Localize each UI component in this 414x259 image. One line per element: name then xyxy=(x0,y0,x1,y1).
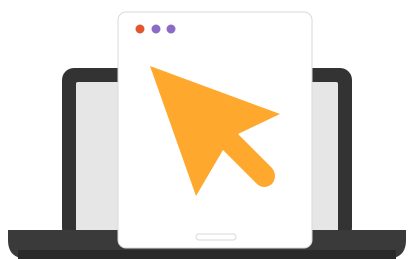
window-dot-maximize-icon xyxy=(166,24,176,34)
laptop-illustration xyxy=(8,11,406,259)
laptop-base-edge xyxy=(18,250,396,259)
window-dot-close-icon xyxy=(135,24,145,34)
window-dot-minimize-icon xyxy=(151,24,161,34)
laptop-trackpad-notch xyxy=(195,233,237,241)
illustration-stage xyxy=(0,0,414,259)
